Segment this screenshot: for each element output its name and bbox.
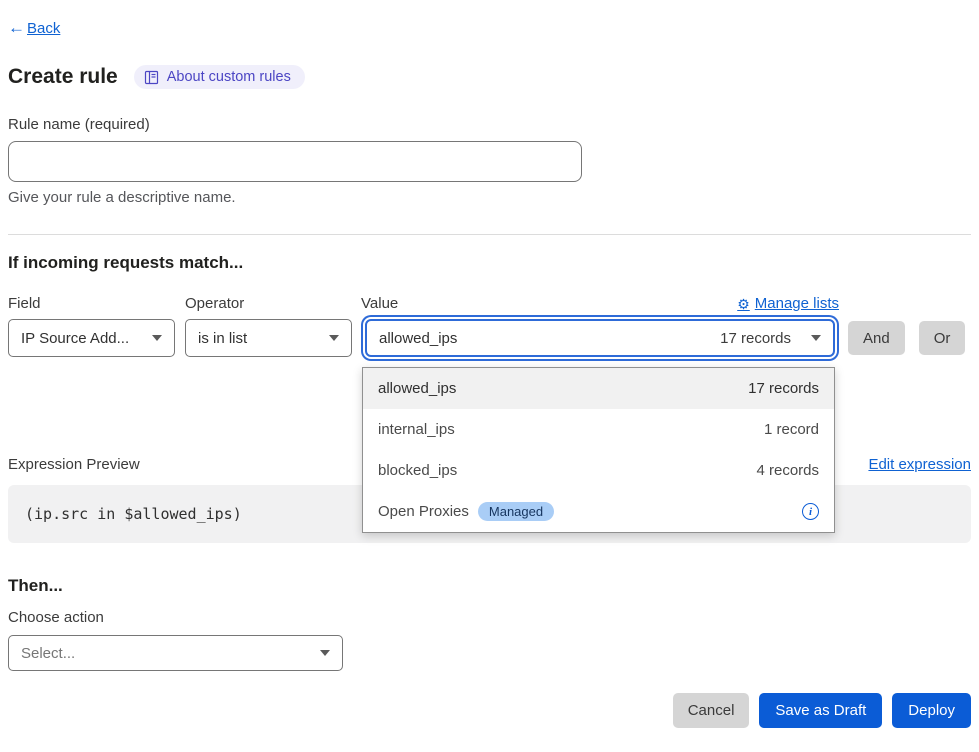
book-icon: [144, 70, 159, 85]
about-custom-rules-label: About custom rules: [167, 69, 291, 85]
option-record-count: 1 record: [764, 421, 819, 438]
list-option-open-proxies[interactable]: Open Proxies Managed i: [363, 491, 834, 532]
cancel-button[interactable]: Cancel: [673, 693, 750, 728]
value-label: Value: [361, 295, 398, 312]
arrow-left-icon: ←: [8, 18, 25, 38]
list-option-blocked-ips[interactable]: blocked_ips 4 records: [363, 450, 834, 491]
manage-lists-link[interactable]: ⚙︎ Manage lists: [737, 295, 839, 312]
manage-lists-label: Manage lists: [755, 295, 839, 312]
then-section-heading: Then...: [8, 576, 971, 596]
choose-action-label: Choose action: [8, 609, 971, 626]
option-name: Open Proxies: [378, 503, 469, 520]
and-button[interactable]: And: [848, 321, 905, 355]
section-divider: [8, 234, 971, 235]
value-listbox: allowed_ips 17 records internal_ips 1 re…: [362, 367, 835, 533]
action-select[interactable]: Select...: [8, 635, 343, 671]
page-title: Create rule: [8, 65, 118, 89]
option-name: blocked_ips: [378, 462, 457, 479]
value-selected-name: allowed_ips: [379, 330, 457, 347]
condition-row: IP Source Add... is in list allowed_ips …: [8, 319, 971, 357]
rule-name-input[interactable]: [8, 141, 582, 182]
field-label: Field: [8, 295, 175, 312]
condition-labels-row: Field Operator Value ⚙︎ Manage lists: [8, 295, 971, 312]
expression-preview-label: Expression Preview: [8, 456, 140, 473]
option-record-count: 4 records: [756, 462, 819, 479]
back-row: ← Back: [8, 16, 971, 38]
action-select-placeholder: Select...: [21, 645, 75, 662]
gear-icon: ⚙︎: [737, 297, 750, 311]
list-option-allowed-ips[interactable]: allowed_ips 17 records: [363, 368, 834, 409]
match-section-heading: If incoming requests match...: [8, 253, 971, 273]
chevron-down-icon: [152, 335, 162, 341]
option-name: allowed_ips: [378, 380, 456, 397]
footer-actions: Cancel Save as Draft Deploy: [8, 693, 971, 728]
save-as-draft-button[interactable]: Save as Draft: [759, 693, 882, 728]
value-combobox[interactable]: allowed_ips 17 records: [365, 319, 835, 357]
deploy-button[interactable]: Deploy: [892, 693, 971, 728]
field-select-value: IP Source Add...: [21, 330, 129, 347]
title-row: Create rule About custom rules: [8, 65, 971, 89]
back-link[interactable]: Back: [27, 20, 60, 37]
chevron-down-icon: [320, 650, 330, 656]
create-rule-page: ← Back Create rule About custom rules Ru…: [0, 0, 979, 752]
option-record-count: 17 records: [748, 380, 819, 397]
chevron-down-icon: [811, 335, 821, 341]
operator-select[interactable]: is in list: [185, 319, 352, 357]
rule-name-label: Rule name (required): [8, 116, 971, 133]
info-icon[interactable]: i: [802, 503, 819, 520]
or-button[interactable]: Or: [919, 321, 966, 355]
field-select[interactable]: IP Source Add...: [8, 319, 175, 357]
operator-select-value: is in list: [198, 330, 247, 347]
edit-expression-link[interactable]: Edit expression: [868, 456, 971, 473]
list-option-internal-ips[interactable]: internal_ips 1 record: [363, 409, 834, 450]
option-name: internal_ips: [378, 421, 455, 438]
expression-code: (ip.src in $allowed_ips): [25, 505, 242, 523]
value-selected-count: 17 records: [720, 330, 791, 347]
about-custom-rules-link[interactable]: About custom rules: [134, 65, 305, 89]
chevron-down-icon: [329, 335, 339, 341]
rule-name-helper-text: Give your rule a descriptive name.: [8, 189, 971, 206]
managed-badge: Managed: [478, 502, 554, 521]
operator-label: Operator: [185, 295, 352, 312]
